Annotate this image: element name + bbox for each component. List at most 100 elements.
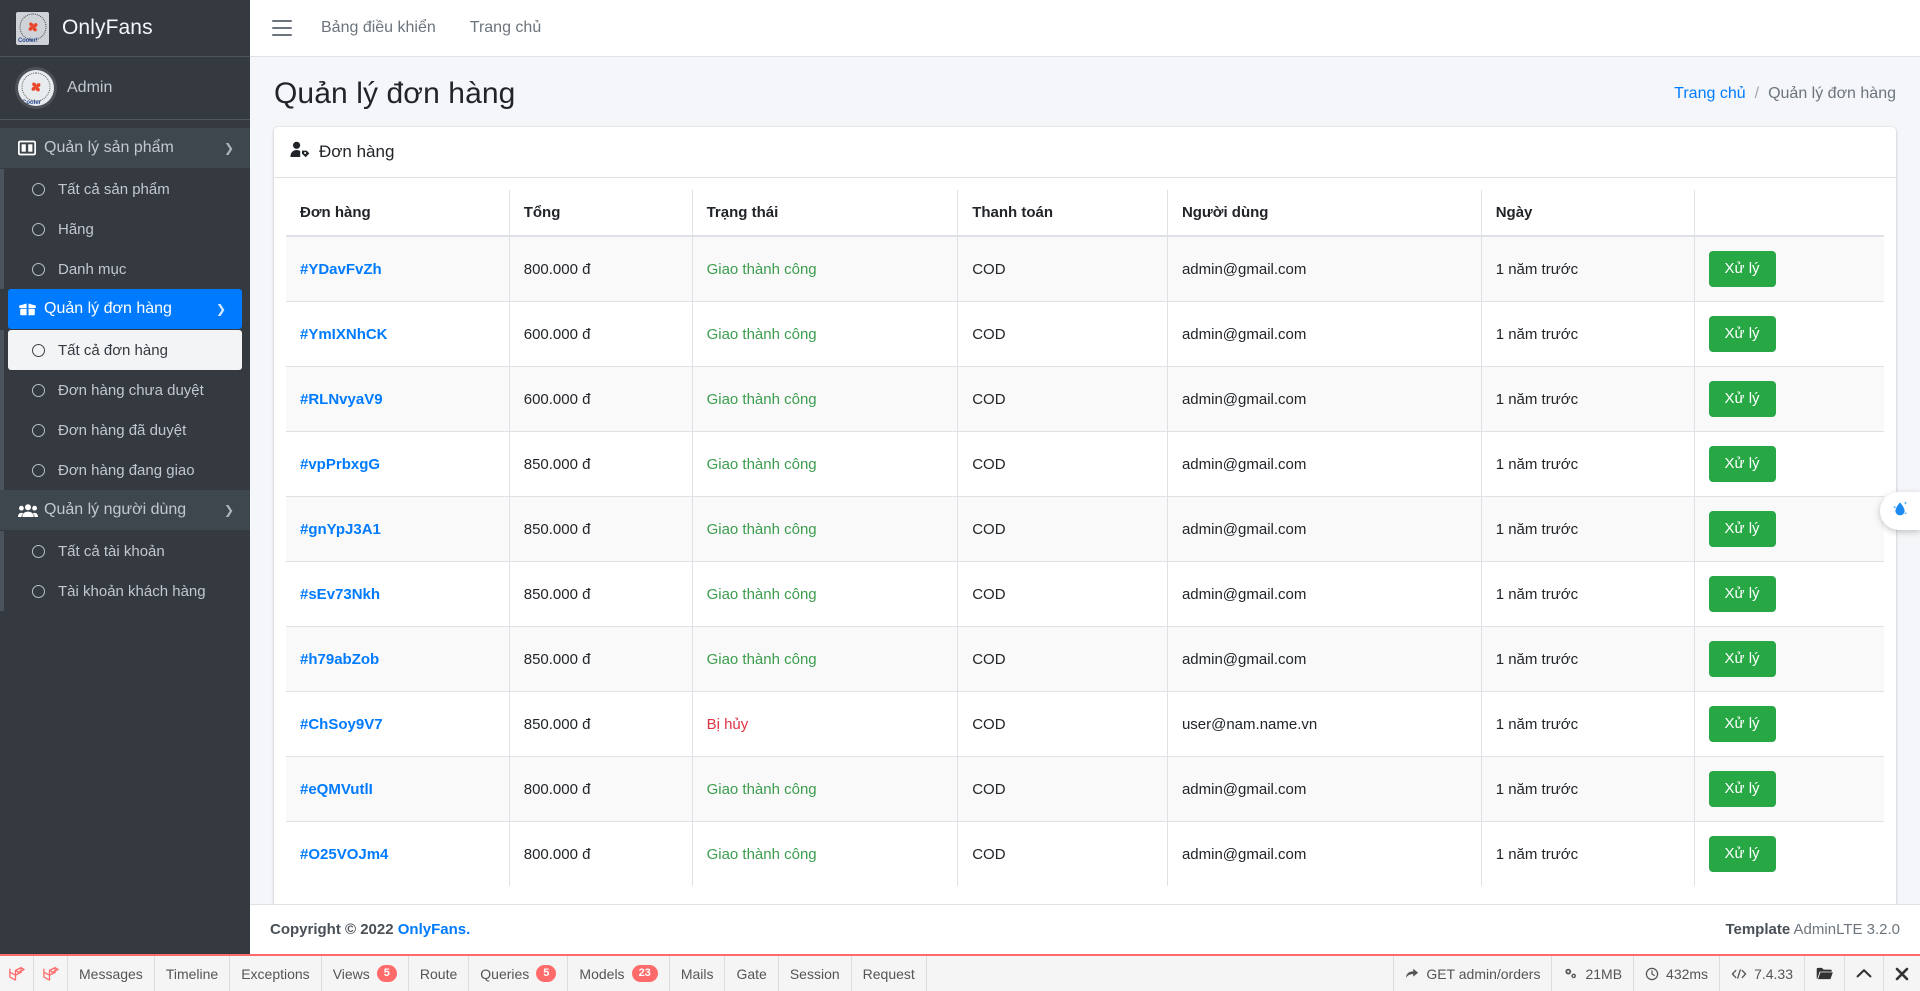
status-text: Giao thành công bbox=[706, 780, 817, 798]
chevron-down-icon: ❯ bbox=[223, 141, 234, 155]
process-order-button[interactable]: Xử lý bbox=[1708, 316, 1776, 352]
order-id-link[interactable]: #eQMVutlI bbox=[300, 781, 373, 798]
process-order-button[interactable]: Xử lý bbox=[1708, 511, 1776, 547]
logo-caption: Cooler! bbox=[18, 37, 38, 44]
debugbar-route-label: GET admin/orders bbox=[1426, 965, 1541, 982]
sidebar-submenu-products: Tất cả sản phẩm Hãng Danh mục bbox=[0, 169, 250, 289]
table-row: #RLNvyaV9 600.000 đ Giao thành công COD admi… bbox=[286, 366, 1884, 432]
fan-logo-icon: Cooler! bbox=[16, 11, 49, 45]
sidebar-item-all-orders[interactable]: Tất cả đơn hàng bbox=[8, 330, 242, 370]
col-date: Ngày bbox=[1481, 190, 1695, 237]
sidebar-submenu-orders: Tất cả đơn hàng Đơn hàng chưa duyệt Đơn … bbox=[0, 330, 250, 490]
order-id-link[interactable]: #RLNvyaV9 bbox=[300, 391, 383, 408]
order-id-link[interactable]: #ChSoy9V7 bbox=[300, 716, 383, 733]
breadcrumb-home[interactable]: Trang chủ bbox=[1674, 85, 1745, 103]
order-id-link[interactable]: #O25VOJm4 bbox=[300, 846, 388, 863]
chevron-down-icon: ❯ bbox=[223, 503, 234, 517]
sidebar-item-shipping-orders[interactable]: Đơn hàng đang giao bbox=[0, 450, 250, 490]
debugbar-close-button[interactable] bbox=[1883, 956, 1920, 991]
cell-total: 800.000 đ bbox=[509, 756, 693, 822]
order-id-link[interactable]: #sEv73Nkh bbox=[300, 586, 380, 603]
debugbar-tab-timeline[interactable]: Timeline bbox=[155, 956, 231, 991]
debugbar-tab-session[interactable]: Session bbox=[779, 956, 852, 991]
sidebar-item-all-products[interactable]: Tất cả sản phẩm bbox=[0, 169, 250, 209]
hamburger-icon[interactable] bbox=[272, 20, 292, 36]
debugbar-tab-queries[interactable]: Queries 5 bbox=[469, 956, 569, 991]
cell-user: admin@gmail.com bbox=[1167, 431, 1482, 497]
footer-brand-link[interactable]: OnlyFans. bbox=[398, 921, 471, 938]
order-id-link[interactable]: #h79abZob bbox=[300, 651, 379, 668]
process-order-button[interactable]: Xử lý bbox=[1708, 706, 1776, 742]
table-row: #YDavFvZh 800.000 đ Giao thành công COD admi… bbox=[286, 235, 1884, 302]
cell-actions: Xử lý bbox=[1694, 496, 1884, 562]
sidebar-item-pending-orders[interactable]: Đơn hàng chưa duyệt bbox=[0, 370, 250, 410]
cell-order: #vpPrbxgG bbox=[286, 431, 510, 497]
sidebar-item-categories[interactable]: Danh mục bbox=[0, 249, 250, 289]
debugbar-memory[interactable]: 21MB bbox=[1551, 956, 1633, 991]
process-order-button[interactable]: Xử lý bbox=[1708, 446, 1776, 482]
sidebar-group-orders[interactable]: Quản lý đơn hàng ❯ bbox=[8, 289, 242, 329]
cell-order: #RLNvyaV9 bbox=[286, 366, 510, 432]
cell-status: Giao thành công bbox=[692, 756, 959, 822]
order-id-link[interactable]: #YmIXNhCK bbox=[300, 326, 388, 343]
debugbar-tab-badge: 5 bbox=[536, 964, 557, 983]
cell-actions: Xử lý bbox=[1694, 366, 1884, 432]
cell-date: 1 năm trước bbox=[1481, 691, 1695, 757]
brand-link[interactable]: Cooler! OnlyFans bbox=[0, 0, 250, 57]
user-panel[interactable]: Cooler Admin bbox=[0, 57, 250, 120]
debugbar-tab-route[interactable]: Route bbox=[409, 956, 470, 991]
debugbar-tab-label: Exceptions bbox=[241, 965, 310, 982]
process-order-button[interactable]: Xử lý bbox=[1708, 836, 1776, 872]
debugbar-memory-label: 21MB bbox=[1585, 965, 1623, 982]
cell-date: 1 năm trước bbox=[1481, 756, 1695, 822]
process-order-button[interactable]: Xử lý bbox=[1708, 576, 1776, 612]
cell-actions: Xử lý bbox=[1694, 235, 1884, 302]
order-id-link[interactable]: #vpPrbxgG bbox=[300, 456, 380, 473]
circle-icon bbox=[32, 544, 45, 558]
debugbar-tab-label: Request bbox=[862, 965, 915, 982]
process-order-button[interactable]: Xử lý bbox=[1708, 641, 1776, 677]
debugbar-route[interactable]: GET admin/orders bbox=[1393, 956, 1551, 991]
sidebar-item-approved-orders[interactable]: Đơn hàng đã duyệt bbox=[0, 410, 250, 450]
navbar-link-dashboard[interactable]: Bảng điều khiển bbox=[306, 11, 451, 45]
sidebar-item-customer-accounts[interactable]: Tài khoản khách hàng bbox=[0, 571, 250, 611]
cell-total: 850.000 đ bbox=[509, 496, 693, 562]
cell-payment: COD bbox=[957, 366, 1168, 432]
circle-icon bbox=[32, 343, 45, 357]
debugbar-time[interactable]: 432ms bbox=[1633, 956, 1719, 991]
water-drop-widget[interactable] bbox=[1880, 492, 1920, 530]
sidebar-group-users[interactable]: Quản lý người dùng ❯ bbox=[0, 490, 250, 530]
debugbar-collapse-button[interactable] bbox=[1844, 956, 1883, 991]
status-text: Giao thành công bbox=[706, 845, 817, 863]
order-id-link[interactable]: #YDavFvZh bbox=[300, 261, 382, 278]
debugbar-tab-exceptions[interactable]: Exceptions bbox=[230, 956, 322, 991]
order-id-link[interactable]: #gnYpJ3A1 bbox=[300, 521, 381, 538]
sidebar-item-brands[interactable]: Hãng bbox=[0, 209, 250, 249]
debugbar-tab-views[interactable]: Views 5 bbox=[322, 956, 409, 991]
table-row: #O25VOJm4 800.000 đ Giao thành công COD admi… bbox=[286, 821, 1884, 886]
debugbar-open-button[interactable] bbox=[1804, 956, 1844, 991]
debugbar-tab-messages[interactable]: Messages bbox=[68, 956, 155, 991]
debugbar-tab-gate[interactable]: Gate bbox=[725, 956, 779, 991]
process-order-button[interactable]: Xử lý bbox=[1708, 251, 1776, 287]
debugbar-tab-mails[interactable]: Mails bbox=[670, 956, 726, 991]
debugbar-tab-label: Session bbox=[789, 965, 840, 982]
laravel-icon[interactable] bbox=[0, 956, 34, 991]
sidebar-group-products[interactable]: Quản lý sản phẩm ❯ bbox=[0, 128, 250, 168]
navbar-link-home[interactable]: Trang chủ bbox=[455, 11, 556, 45]
sidebar-item-all-accounts[interactable]: Tất cả tài khoản bbox=[0, 531, 250, 571]
debugbar-tab-models[interactable]: Models 23 bbox=[568, 956, 670, 991]
cell-order: #ChSoy9V7 bbox=[286, 691, 510, 757]
table-body: #YDavFvZh 800.000 đ Giao thành công COD admi… bbox=[286, 235, 1884, 886]
cell-order: #YDavFvZh bbox=[286, 235, 510, 302]
debugbar-tab-label: Views bbox=[332, 965, 370, 982]
debugbar-php-version[interactable]: 7.4.33 bbox=[1719, 956, 1804, 991]
debugbar-tab-label: Route bbox=[419, 965, 458, 982]
debugbar-tab-request[interactable]: Request bbox=[852, 956, 927, 991]
laravel-icon-secondary[interactable] bbox=[34, 956, 68, 991]
card-body: Đơn hàng Tổng Trạng thái Thanh toán Ngườ… bbox=[274, 178, 1896, 908]
process-order-button[interactable]: Xử lý bbox=[1708, 381, 1776, 417]
card-title: Đơn hàng bbox=[319, 142, 395, 161]
sidebar: Cooler! OnlyFans Cooler Admin Quản lý sả… bbox=[0, 0, 250, 991]
process-order-button[interactable]: Xử lý bbox=[1708, 771, 1776, 807]
